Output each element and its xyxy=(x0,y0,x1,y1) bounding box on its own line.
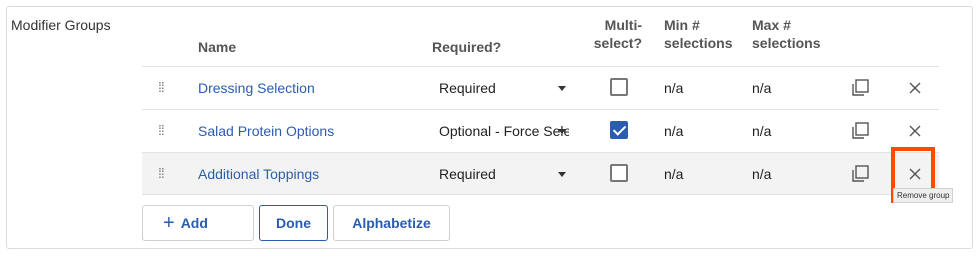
close-icon[interactable] xyxy=(906,165,924,183)
table-row: ⁞⁞ Additional Toppings Required n/a n/a xyxy=(142,152,939,195)
drag-handle-icon[interactable]: ⁞⁞ xyxy=(158,122,168,138)
caret-down-icon xyxy=(558,172,566,177)
column-header-name: Name xyxy=(198,39,237,55)
max-selections-value: n/a xyxy=(752,80,772,96)
group-name-link[interactable]: Dressing Selection xyxy=(198,80,315,96)
table-header: Name Required? Multi- select? Min # sele… xyxy=(0,16,980,60)
multi-select-checkbox[interactable] xyxy=(610,164,628,182)
copy-icon[interactable] xyxy=(851,122,869,140)
copy-icon[interactable] xyxy=(851,165,869,183)
alphabetize-button[interactable]: Alphabetize xyxy=(333,205,450,241)
multi-select-checkbox[interactable] xyxy=(610,121,628,139)
add-button[interactable]: + Add xyxy=(142,205,388,241)
min-selections-value: n/a xyxy=(664,123,684,139)
required-select[interactable]: Required xyxy=(439,166,569,182)
table-row: ⁞⁞ Dressing Selection Required n/a n/a xyxy=(142,66,939,109)
column-header-max-selections: Max # selections xyxy=(752,17,821,51)
add-button-label: Add xyxy=(180,215,208,231)
group-name-link[interactable]: Additional Toppings xyxy=(198,166,319,182)
group-name-link[interactable]: Salad Protein Options xyxy=(198,123,334,139)
close-icon[interactable] xyxy=(906,122,924,140)
plus-icon: + xyxy=(163,212,175,234)
required-select[interactable]: Required xyxy=(439,80,569,96)
drag-handle-icon[interactable]: ⁞⁞ xyxy=(158,79,168,95)
column-header-multi-select: Multi- select? xyxy=(593,17,642,51)
caret-down-icon xyxy=(558,129,566,134)
min-selections-value: n/a xyxy=(664,166,684,182)
close-icon[interactable] xyxy=(906,79,924,97)
copy-icon[interactable] xyxy=(851,79,869,97)
required-select[interactable]: Optional - Force Selection xyxy=(439,123,569,139)
table-row: ⁞⁞ Salad Protein Options Optional - Forc… xyxy=(142,109,939,152)
done-button[interactable]: Done xyxy=(259,205,328,241)
multi-select-checkbox[interactable] xyxy=(610,78,628,96)
column-header-min-selections: Min # selections xyxy=(664,17,733,51)
max-selections-value: n/a xyxy=(752,123,772,139)
column-header-required: Required? xyxy=(432,39,502,55)
caret-down-icon xyxy=(558,86,566,91)
min-selections-value: n/a xyxy=(664,80,684,96)
remove-group-tooltip: Remove group xyxy=(893,188,954,203)
drag-handle-icon[interactable]: ⁞⁞ xyxy=(158,165,168,181)
max-selections-value: n/a xyxy=(752,166,772,182)
